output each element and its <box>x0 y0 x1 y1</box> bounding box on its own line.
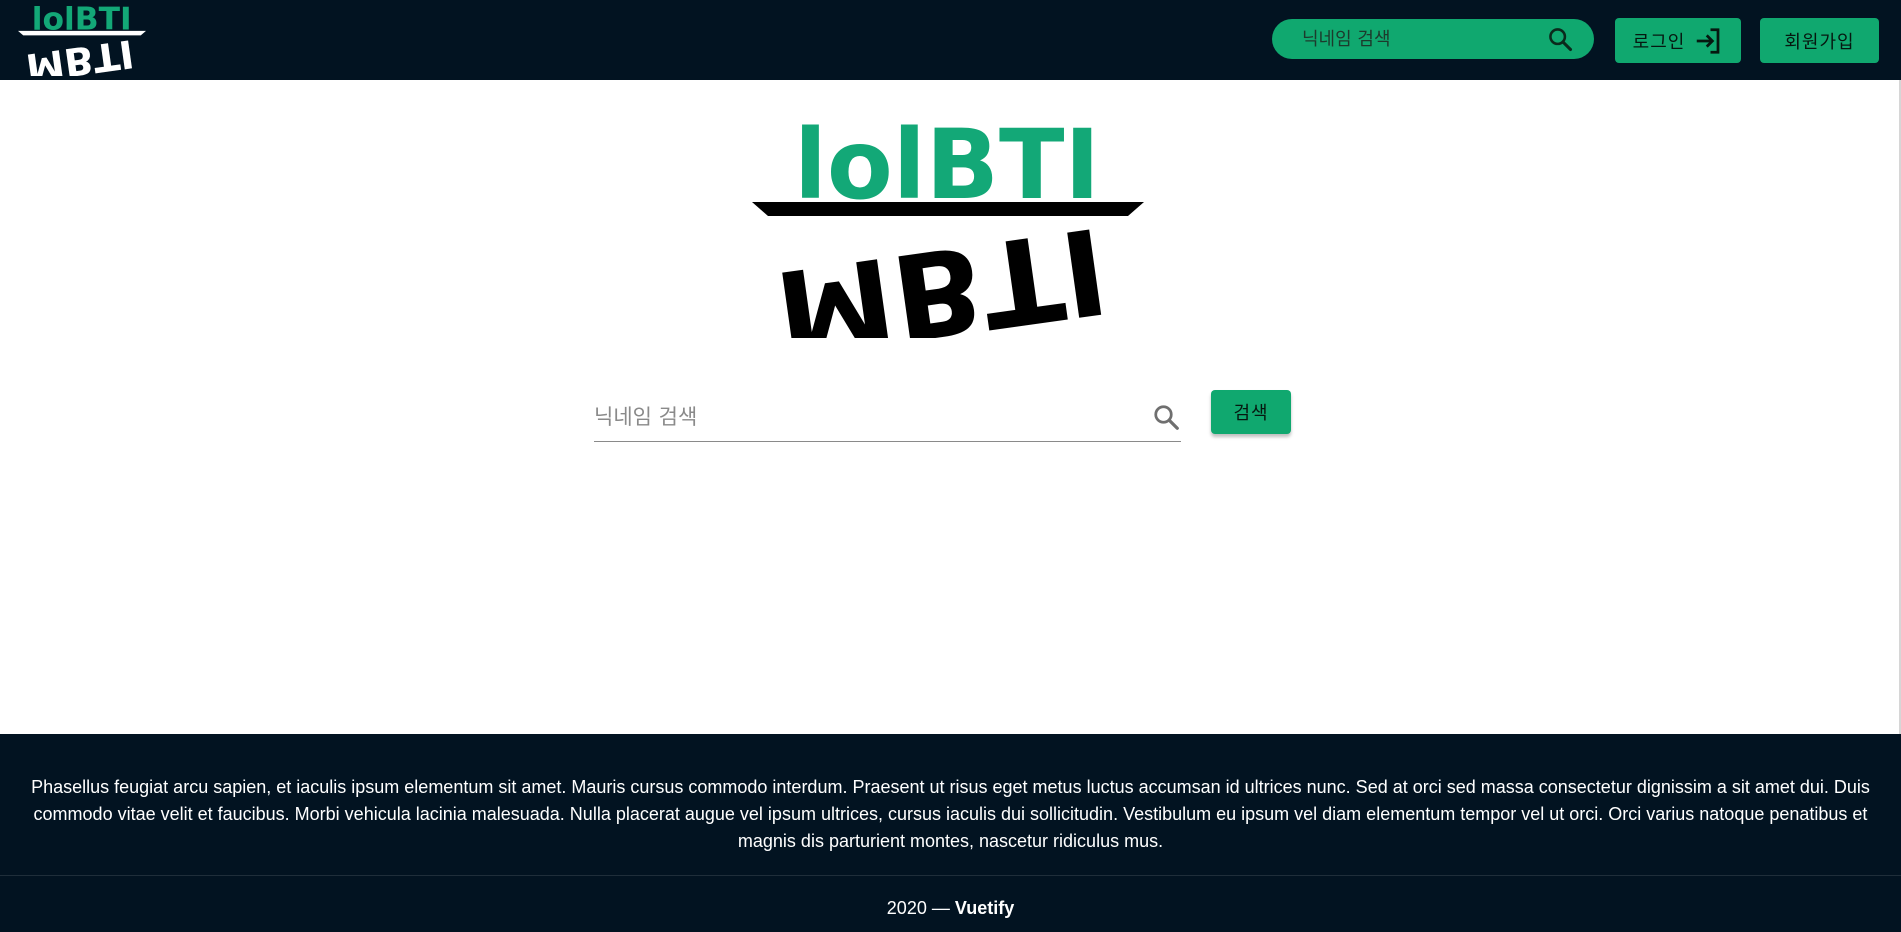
nickname-search-input[interactable] <box>594 404 1151 429</box>
footer: Phasellus feugiat arcu sapien, et iaculi… <box>0 734 1901 932</box>
footer-brand: Vuetify <box>954 898 1015 918</box>
signup-button[interactable]: 회원가입 <box>1760 18 1879 63</box>
header-search-bar <box>1272 19 1594 59</box>
search-button[interactable]: 검색 <box>1211 390 1291 434</box>
signup-button-label: 회원가입 <box>1784 31 1855 53</box>
footer-text: Phasellus feugiat arcu sapien, et iaculi… <box>31 777 1870 851</box>
app-bar: lolBTI MBTI 로그인 회원가입 <box>0 0 1901 80</box>
footer-divider <box>0 875 1901 876</box>
login-arrow-icon <box>1697 27 1720 54</box>
site-logo[interactable]: lolBTI MBTI <box>18 4 146 76</box>
main-search-field <box>594 392 1181 442</box>
search-icon[interactable] <box>1151 402 1181 432</box>
header-search-input[interactable] <box>1302 28 1546 50</box>
footer-year: 2020 — <box>886 898 950 918</box>
footer-copyright: 2020 — Vuetify <box>0 898 1901 919</box>
login-button[interactable]: 로그인 <box>1615 18 1741 63</box>
search-button-label: 검색 <box>1233 403 1269 424</box>
login-button-label: 로그인 <box>1632 31 1686 53</box>
hero-logo: lolBTI MBTI <box>752 118 1144 338</box>
search-icon[interactable] <box>1546 25 1574 53</box>
